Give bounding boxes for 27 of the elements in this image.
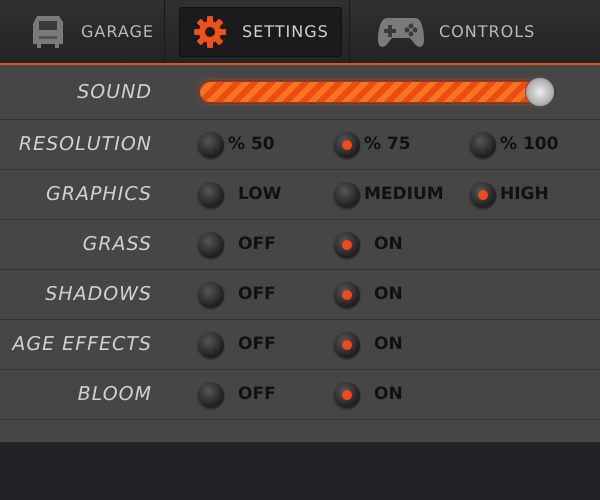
radio-button[interactable] (334, 232, 360, 258)
radio-button[interactable] (198, 132, 224, 158)
setting-label: GRASS (82, 232, 152, 258)
radio-button[interactable] (198, 282, 224, 308)
setting-label: GRAPHICS (45, 182, 152, 208)
radio-button[interactable] (334, 332, 360, 358)
tab[interactable]: GARAGE (14, 6, 167, 56)
setting-label: SOUND (76, 80, 152, 105)
setting-label: RESOLUTION (18, 132, 152, 158)
radio-button[interactable] (198, 182, 224, 208)
radio-button[interactable] (470, 182, 496, 208)
setting-label: AGE EFFECTS (10, 332, 152, 358)
radio-button[interactable] (198, 232, 224, 258)
radio-button[interactable] (198, 332, 224, 358)
radio-button[interactable] (334, 182, 360, 208)
setting-label: BLOOM (76, 382, 152, 408)
tab[interactable]: SETTINGS (179, 6, 342, 56)
radio-button[interactable] (334, 282, 360, 308)
radio-button[interactable] (334, 382, 360, 408)
tab[interactable]: CONTROLS (364, 6, 548, 56)
setting-label: SHADOWS (44, 282, 152, 308)
slider-thumb[interactable] (524, 77, 555, 107)
radio-button[interactable] (198, 382, 224, 408)
gear-icon (192, 14, 228, 50)
volume-slider[interactable] (198, 80, 556, 104)
radio-button[interactable] (470, 132, 496, 158)
radio-button[interactable] (334, 132, 360, 158)
